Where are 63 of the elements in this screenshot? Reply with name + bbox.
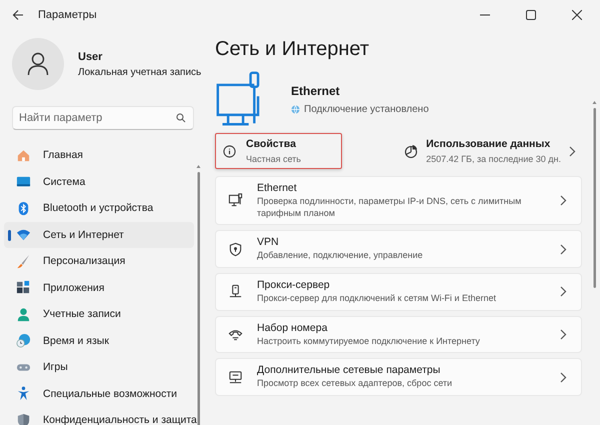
data-usage-title: Использование данных [426, 138, 552, 150]
settings-card[interactable]: Дополнительные сетевые параметры Просмотр всех сетевых адаптеров, сброс сети [215, 358, 582, 396]
card-title: VPN [257, 236, 280, 248]
connection-name: Ethernet [291, 84, 341, 98]
settings-card[interactable]: Набор номера Настроить коммутируемое подключение к Интернету [215, 316, 582, 354]
back-arrow-icon[interactable] [12, 9, 24, 21]
nav-item[interactable]: Bluetooth и устройства [4, 195, 194, 222]
nav-item[interactable]: Игры [4, 354, 194, 380]
chevron-right-icon [560, 329, 567, 340]
settings-card[interactable]: VPN Добавление, подключение, управление [215, 230, 582, 268]
chevron-right-icon [569, 146, 576, 156]
properties-title: Свойства [246, 138, 297, 150]
page-title: Сеть и Интернет [215, 38, 370, 62]
card-title: Набор номера [257, 322, 328, 334]
close-icon[interactable] [572, 10, 582, 20]
info-icon [223, 144, 236, 158]
access-icon [16, 386, 31, 402]
apps-icon [16, 280, 31, 296]
chevron-right-icon [560, 372, 567, 383]
nav-item[interactable]: Система [4, 168, 194, 195]
card-description: Прокси-сервер для подключений к сетям Wi-Fi и Ethernet [257, 293, 497, 305]
network-icon [16, 227, 31, 242]
card-title: Прокси-сервер [257, 279, 331, 292]
shield-icon [16, 412, 31, 425]
nav-item[interactable]: Персонализация [4, 248, 194, 274]
chevron-right-icon [560, 286, 567, 298]
chevron-right-icon [560, 195, 567, 206]
search-field[interactable]: Найти параметр [12, 106, 194, 130]
account-icon [16, 306, 31, 322]
vpn-icon [228, 242, 243, 257]
maximize-icon[interactable] [526, 10, 536, 20]
chevron-right-icon [560, 244, 567, 255]
nav-item[interactable]: Время и язык [4, 328, 194, 354]
card-title: Дополнительные сетевые параметры [257, 364, 442, 376]
nav-item[interactable]: Сеть и Интернет [4, 222, 194, 248]
globe-icon [291, 104, 300, 114]
account-type: Локальная учетная запись [78, 66, 202, 78]
brush-icon [16, 254, 31, 269]
data-usage-button[interactable]: Использование данных 2507.42 ГБ, за последние 30 дн. [398, 134, 582, 168]
card-description: Добавление, подключение, управление [257, 250, 424, 262]
nav-item[interactable]: Приложения [4, 274, 194, 301]
scrollbar[interactable] [196, 164, 201, 425]
settings-card[interactable]: Прокси-сервер Прокси-сервер для подключений к сетям Wi-Fi и Ethernet [215, 273, 582, 311]
user-name: User [78, 50, 104, 62]
nav-item[interactable]: Специальные возможности [4, 380, 194, 407]
card-description: Просмотр всех сетевых адаптеров, сброс сети [257, 378, 454, 390]
nav-item[interactable]: Учетные записи [4, 301, 194, 328]
ethernet-icon [228, 193, 243, 208]
properties-button[interactable]: Свойства Частная сеть [215, 133, 342, 169]
card-title: Ethernet [257, 182, 298, 194]
card-description: Проверка подлинности, параметры IP-и DNS, сеть с лимитным тарифным планом [257, 196, 522, 220]
pie-chart-icon [404, 144, 418, 158]
window-title: Параметры [38, 9, 97, 21]
home-icon [16, 148, 31, 163]
avatar [12, 38, 64, 90]
network-profile: Частная сеть [246, 154, 301, 164]
card-description: Настроить коммутируемое подключение к Интернету [257, 336, 481, 348]
data-usage-amount: 2507.42 ГБ, за последние 30 дн. [426, 154, 561, 164]
settings-card[interactable]: Ethernet Проверка подлинности, параметры IP-и DNS, сеть с лимитным тарифным планом [215, 176, 582, 226]
nav-item[interactable]: Главная [4, 142, 194, 168]
connection-status: Подключение установлено [304, 104, 429, 114]
bluetooth-icon [16, 200, 31, 216]
search-icon [176, 113, 186, 123]
